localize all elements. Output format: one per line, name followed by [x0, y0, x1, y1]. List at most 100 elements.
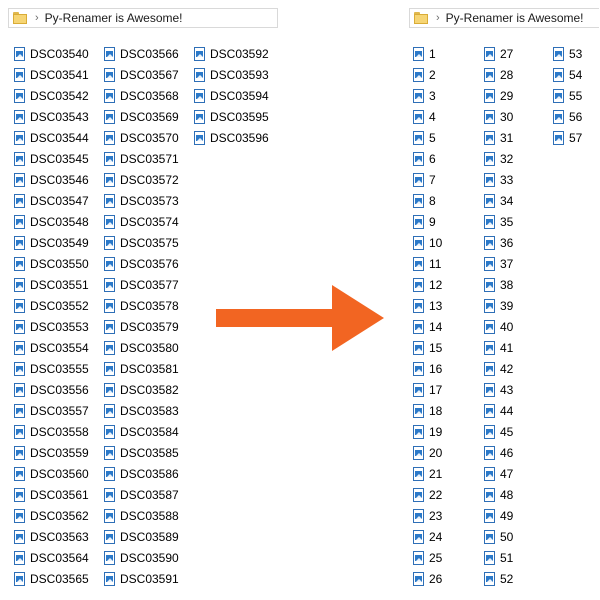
file-item[interactable]: 38 — [484, 274, 513, 295]
file-item[interactable]: DSC03575 — [104, 232, 179, 253]
file-item[interactable]: 17 — [413, 379, 442, 400]
file-item[interactable]: DSC03556 — [14, 379, 89, 400]
file-item[interactable]: DSC03553 — [14, 316, 89, 337]
file-item[interactable]: DSC03585 — [104, 442, 179, 463]
file-item[interactable]: 45 — [484, 421, 513, 442]
file-item[interactable]: DSC03589 — [104, 526, 179, 547]
file-item[interactable]: DSC03595 — [194, 106, 269, 127]
file-item[interactable]: DSC03554 — [14, 337, 89, 358]
file-item[interactable]: DSC03577 — [104, 274, 179, 295]
file-item[interactable]: 34 — [484, 190, 513, 211]
file-item[interactable]: 19 — [413, 421, 442, 442]
file-item[interactable]: DSC03561 — [14, 484, 89, 505]
file-item[interactable]: 28 — [484, 64, 513, 85]
file-item[interactable]: 5 — [413, 127, 442, 148]
file-item[interactable]: DSC03560 — [14, 463, 89, 484]
file-item[interactable]: 48 — [484, 484, 513, 505]
chevron-right-icon[interactable]: › — [35, 12, 39, 24]
file-item[interactable]: 15 — [413, 337, 442, 358]
file-item[interactable]: DSC03546 — [14, 169, 89, 190]
file-item[interactable]: DSC03544 — [14, 127, 89, 148]
file-item[interactable]: DSC03562 — [14, 505, 89, 526]
address-bar[interactable]: › Py-Renamer is Awesome! — [8, 8, 278, 28]
file-item[interactable]: DSC03580 — [104, 337, 179, 358]
file-item[interactable]: DSC03555 — [14, 358, 89, 379]
file-item[interactable]: DSC03565 — [14, 568, 89, 589]
file-item[interactable]: 46 — [484, 442, 513, 463]
file-item[interactable]: DSC03567 — [104, 64, 179, 85]
file-item[interactable]: DSC03548 — [14, 211, 89, 232]
file-item[interactable]: DSC03584 — [104, 421, 179, 442]
file-item[interactable]: 54 — [553, 64, 582, 85]
file-item[interactable]: 52 — [484, 568, 513, 589]
file-item[interactable]: 53 — [553, 43, 582, 64]
file-item[interactable]: DSC03547 — [14, 190, 89, 211]
file-item[interactable]: 2 — [413, 64, 442, 85]
file-item[interactable]: 56 — [553, 106, 582, 127]
file-item[interactable]: DSC03582 — [104, 379, 179, 400]
file-item[interactable]: DSC03576 — [104, 253, 179, 274]
file-item[interactable]: 14 — [413, 316, 442, 337]
file-item[interactable]: DSC03557 — [14, 400, 89, 421]
file-item[interactable]: DSC03578 — [104, 295, 179, 316]
file-item[interactable]: 23 — [413, 505, 442, 526]
file-item[interactable]: 31 — [484, 127, 513, 148]
file-item[interactable]: 6 — [413, 148, 442, 169]
file-item[interactable]: 8 — [413, 190, 442, 211]
file-item[interactable]: 21 — [413, 463, 442, 484]
file-item[interactable]: 12 — [413, 274, 442, 295]
file-item[interactable]: 35 — [484, 211, 513, 232]
breadcrumb-folder[interactable]: Py-Renamer is Awesome! — [446, 11, 584, 25]
chevron-right-icon[interactable]: › — [436, 12, 440, 24]
file-item[interactable]: DSC03587 — [104, 484, 179, 505]
address-bar[interactable]: › Py-Renamer is Awesome! — [409, 8, 599, 28]
file-item[interactable]: 9 — [413, 211, 442, 232]
file-item[interactable]: 1 — [413, 43, 442, 64]
file-item[interactable]: DSC03543 — [14, 106, 89, 127]
file-item[interactable]: 40 — [484, 316, 513, 337]
file-item[interactable]: DSC03591 — [104, 568, 179, 589]
file-item[interactable]: DSC03572 — [104, 169, 179, 190]
file-item[interactable]: DSC03579 — [104, 316, 179, 337]
file-item[interactable]: DSC03590 — [104, 547, 179, 568]
file-item[interactable]: 20 — [413, 442, 442, 463]
file-item[interactable]: 30 — [484, 106, 513, 127]
file-item[interactable]: 51 — [484, 547, 513, 568]
file-item[interactable]: DSC03566 — [104, 43, 179, 64]
file-item[interactable]: 44 — [484, 400, 513, 421]
file-item[interactable]: DSC03564 — [14, 547, 89, 568]
file-item[interactable]: DSC03549 — [14, 232, 89, 253]
file-item[interactable]: DSC03550 — [14, 253, 89, 274]
file-item[interactable]: DSC03588 — [104, 505, 179, 526]
file-item[interactable]: 33 — [484, 169, 513, 190]
file-item[interactable]: 7 — [413, 169, 442, 190]
file-item[interactable]: 57 — [553, 127, 582, 148]
file-item[interactable]: DSC03545 — [14, 148, 89, 169]
file-item[interactable]: DSC03552 — [14, 295, 89, 316]
file-item[interactable]: DSC03551 — [14, 274, 89, 295]
file-item[interactable]: DSC03581 — [104, 358, 179, 379]
file-item[interactable]: DSC03593 — [194, 64, 269, 85]
file-item[interactable]: DSC03569 — [104, 106, 179, 127]
file-item[interactable]: 18 — [413, 400, 442, 421]
file-item[interactable]: 41 — [484, 337, 513, 358]
file-item[interactable]: 43 — [484, 379, 513, 400]
file-item[interactable]: 24 — [413, 526, 442, 547]
file-item[interactable]: DSC03571 — [104, 148, 179, 169]
file-item[interactable]: DSC03574 — [104, 211, 179, 232]
file-item[interactable]: 50 — [484, 526, 513, 547]
file-item[interactable]: DSC03592 — [194, 43, 269, 64]
file-item[interactable]: 37 — [484, 253, 513, 274]
file-item[interactable]: 29 — [484, 85, 513, 106]
file-item[interactable]: DSC03573 — [104, 190, 179, 211]
file-item[interactable]: 55 — [553, 85, 582, 106]
file-item[interactable]: 39 — [484, 295, 513, 316]
file-item[interactable]: 11 — [413, 253, 442, 274]
file-item[interactable]: DSC03594 — [194, 85, 269, 106]
file-item[interactable]: DSC03558 — [14, 421, 89, 442]
file-item[interactable]: 25 — [413, 547, 442, 568]
file-item[interactable]: DSC03563 — [14, 526, 89, 547]
file-item[interactable]: 49 — [484, 505, 513, 526]
file-item[interactable]: 3 — [413, 85, 442, 106]
file-item[interactable]: 13 — [413, 295, 442, 316]
